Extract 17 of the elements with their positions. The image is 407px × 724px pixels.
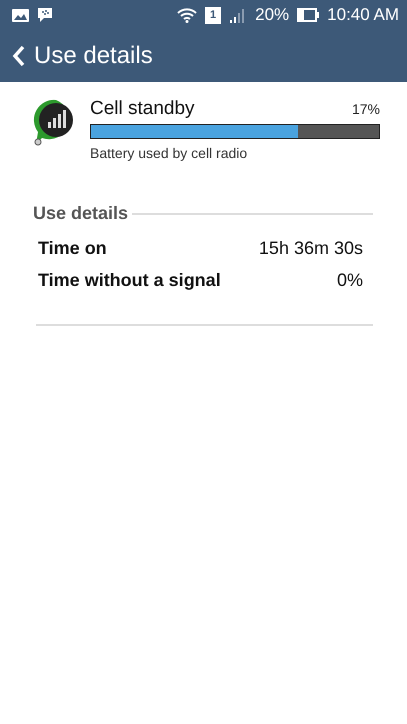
detail-value: 15h 36m 30s (258, 238, 363, 258)
battery-icon (297, 8, 320, 22)
detail-label: Time on (38, 238, 107, 258)
wifi-icon (177, 7, 198, 23)
sim-card-indicator: 1 (205, 6, 222, 24)
usage-name: Cell standby (90, 98, 195, 120)
back-chevron-icon (12, 45, 26, 67)
usage-percent: 17% (352, 101, 380, 117)
detail-label: Time without a signal (38, 270, 221, 290)
clock-time: 10:40 AM (327, 5, 399, 25)
image-icon (12, 8, 29, 22)
detail-value: 0% (336, 270, 363, 290)
battery-percent: 20% (255, 5, 290, 25)
usage-description: Battery used by cell radio (90, 145, 248, 161)
section-header: Use details (33, 203, 128, 224)
chat-bubble-icon (37, 7, 53, 23)
back-button[interactable]: Use details (12, 42, 153, 70)
